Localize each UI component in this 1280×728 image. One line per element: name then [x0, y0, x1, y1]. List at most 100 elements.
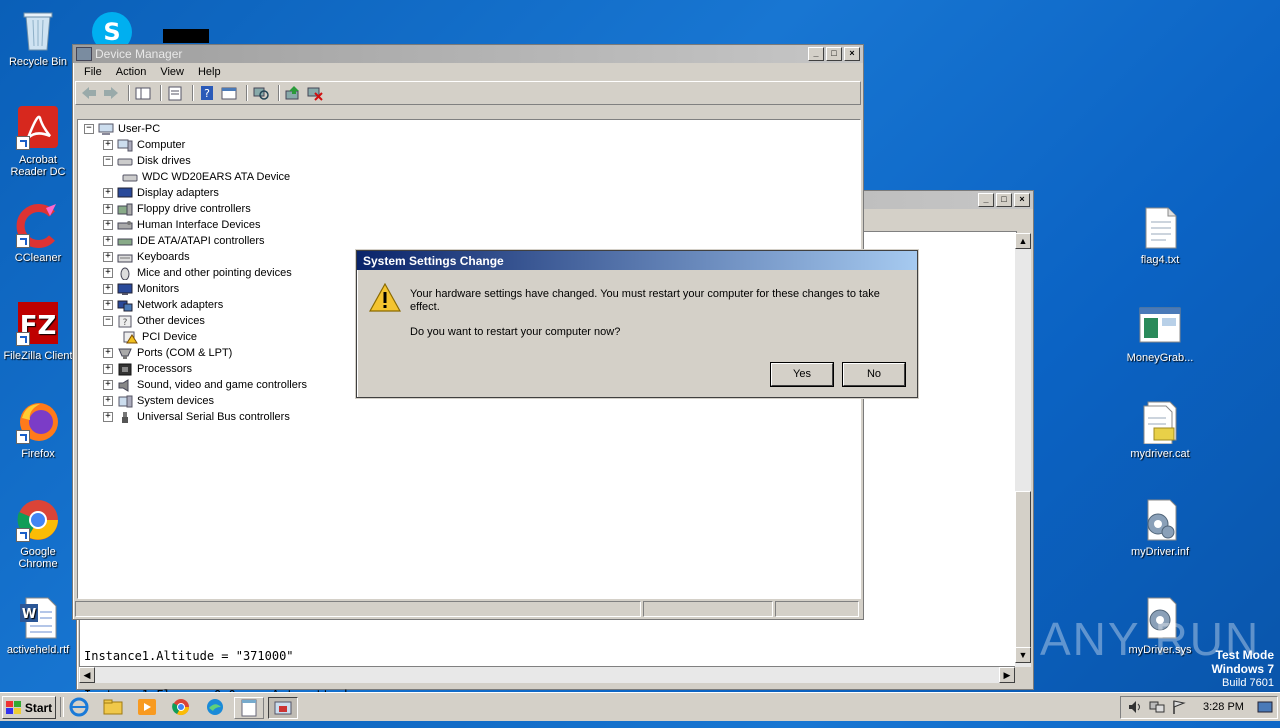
tree-item-floppy[interactable]: + Floppy drive controllers	[103, 201, 251, 217]
volume-icon[interactable]	[1127, 699, 1143, 715]
desktop-icon-firefox[interactable]: Firefox	[0, 400, 76, 460]
expand-toggle[interactable]: +	[103, 412, 113, 422]
close-button[interactable]: ×	[1014, 193, 1030, 207]
chrome-taskbar-icon[interactable]	[170, 697, 192, 717]
expand-toggle[interactable]: +	[103, 364, 113, 374]
desktop-icon-moneygrab[interactable]: MoneyGrab...	[1122, 304, 1198, 364]
clock[interactable]: 3:28 PM	[1203, 701, 1244, 713]
back-arrow-icon[interactable]	[80, 85, 98, 101]
tree-item-system[interactable]: + System devices	[103, 393, 214, 409]
media-player-icon[interactable]	[136, 697, 158, 717]
action-pane-icon[interactable]	[220, 85, 238, 101]
edge-icon[interactable]	[204, 697, 226, 717]
dialog-titlebar[interactable]: System Settings Change	[357, 251, 917, 270]
tree-item-computer[interactable]: + Computer	[103, 137, 185, 153]
desktop-icon-filezilla[interactable]: FZ FileZilla Client	[0, 302, 76, 362]
mouse-icon	[120, 267, 130, 280]
forward-arrow-icon[interactable]	[102, 85, 120, 101]
desktop-icon-flag4[interactable]: flag4.txt	[1122, 206, 1198, 266]
notepad-taskbar-button[interactable]	[234, 697, 264, 719]
scroll-up-button[interactable]: ▲	[1015, 233, 1031, 249]
tree-item-label: Human Interface Devices	[137, 219, 261, 231]
expand-toggle[interactable]: +	[103, 188, 113, 198]
file-explorer-icon[interactable]	[102, 697, 124, 717]
tree-item-keyboards[interactable]: + Keyboards	[103, 249, 190, 265]
internet-explorer-icon[interactable]	[68, 697, 90, 717]
device-manager-title: Device Manager	[95, 47, 183, 61]
tree-item-label: Other devices	[137, 315, 205, 327]
expand-toggle[interactable]: +	[103, 396, 113, 406]
expand-toggle[interactable]: +	[103, 220, 113, 230]
desktop-icon-recycle-bin[interactable]: Recycle Bin	[0, 8, 76, 68]
tree-item-disk-drives[interactable]: − Disk drives	[103, 153, 191, 169]
scroll-left-button[interactable]: ◀	[79, 667, 95, 683]
tree-item-label: Processors	[137, 363, 193, 375]
scan-hardware-icon[interactable]	[252, 85, 270, 101]
toolbar: ?	[75, 81, 861, 105]
minimize-button[interactable]: _	[978, 193, 994, 207]
tree-item-other-devices[interactable]: − ? Other devices	[103, 313, 205, 329]
yes-button[interactable]: Yes	[771, 363, 833, 386]
desktop-icon-ccleaner[interactable]: CCleaner	[0, 204, 76, 264]
menu-help[interactable]: Help	[191, 66, 228, 78]
expand-toggle[interactable]: +	[103, 348, 113, 358]
computer-icon	[98, 123, 114, 135]
expand-toggle[interactable]: +	[103, 252, 113, 262]
no-button[interactable]: No	[843, 363, 905, 386]
expand-toggle[interactable]: +	[103, 268, 113, 278]
expand-toggle[interactable]: +	[103, 236, 113, 246]
scroll-right-button[interactable]: ▶	[999, 667, 1015, 683]
tree-item-sound[interactable]: + Sound, video and game controllers	[103, 377, 307, 393]
tree-item-usb[interactable]: + Universal Serial Bus controllers	[103, 409, 290, 425]
desktop-icon-acrobat[interactable]: Acrobat Reader DC	[0, 106, 76, 178]
tree-root[interactable]: − User-PC	[84, 121, 160, 137]
scroll-thumb[interactable]	[1015, 491, 1031, 649]
properties-icon[interactable]	[166, 85, 184, 101]
network-icon[interactable]	[1149, 699, 1165, 715]
help-icon[interactable]: ?	[198, 85, 216, 101]
uninstall-device-icon[interactable]	[306, 85, 324, 101]
collapse-toggle[interactable]: −	[103, 316, 113, 326]
close-button[interactable]: ×	[844, 47, 860, 61]
menu-action[interactable]: Action	[109, 66, 154, 78]
tree-item-processors[interactable]: + Processors	[103, 361, 192, 377]
tree-item-ide[interactable]: + IDE ATA/ATAPI controllers	[103, 233, 265, 249]
vertical-scrollbar[interactable]: ▲ ▼	[1015, 233, 1031, 667]
device-manager-titlebar[interactable]: Device Manager _ □ ×	[73, 45, 863, 63]
expand-toggle[interactable]: +	[103, 140, 113, 150]
tree-child-pci-device[interactable]: PCI Device	[122, 329, 197, 345]
desktop-icon-mydriver-cat[interactable]: mydriver.cat	[1122, 400, 1198, 460]
system-settings-dialog[interactable]: System Settings Change Your hardware set…	[356, 250, 918, 398]
scroll-down-button[interactable]: ▼	[1015, 647, 1031, 663]
console-tree-icon[interactable]	[134, 85, 152, 101]
horizontal-scrollbar[interactable]: ◀ ▶	[79, 667, 1015, 683]
tree-item-network[interactable]: + Network adapters	[103, 297, 223, 313]
device-manager-taskbar-button[interactable]	[268, 697, 298, 719]
tree-item-ports[interactable]: + Ports (COM & LPT)	[103, 345, 232, 361]
collapse-toggle[interactable]: −	[84, 124, 94, 134]
show-desktop-icon[interactable]	[1257, 699, 1273, 715]
desktop-icon-chrome[interactable]: Google Chrome	[0, 498, 76, 570]
menu-view[interactable]: View	[153, 66, 191, 78]
maximize-button[interactable]: □	[996, 193, 1012, 207]
expand-toggle[interactable]: +	[103, 300, 113, 310]
tree-item-mice[interactable]: + Mice and other pointing devices	[103, 265, 292, 281]
tree-item-monitors[interactable]: + Monitors	[103, 281, 179, 297]
tree-child-wdc-disk[interactable]: WDC WD20EARS ATA Device	[122, 169, 290, 185]
minimize-button[interactable]: _	[808, 47, 824, 61]
action-center-flag-icon[interactable]	[1171, 699, 1187, 715]
expand-toggle[interactable]: +	[103, 380, 113, 390]
update-driver-icon[interactable]	[284, 85, 302, 101]
desktop-icon-label: activeheld.rtf	[6, 644, 70, 656]
tree-item-display-adapters[interactable]: + Display adapters	[103, 185, 219, 201]
skype-icon[interactable]: S	[90, 10, 134, 44]
expand-toggle[interactable]: +	[103, 284, 113, 294]
expand-toggle[interactable]: +	[103, 204, 113, 214]
start-button[interactable]: Start	[2, 696, 56, 719]
menu-file[interactable]: File	[77, 66, 109, 78]
desktop-icon-mydriver-inf[interactable]: myDriver.inf	[1122, 498, 1198, 558]
tree-item-hid[interactable]: + Human Interface Devices	[103, 217, 261, 233]
desktop-icon-activeheld[interactable]: W activeheld.rtf	[0, 596, 76, 656]
collapse-toggle[interactable]: −	[103, 156, 113, 166]
maximize-button[interactable]: □	[826, 47, 842, 61]
